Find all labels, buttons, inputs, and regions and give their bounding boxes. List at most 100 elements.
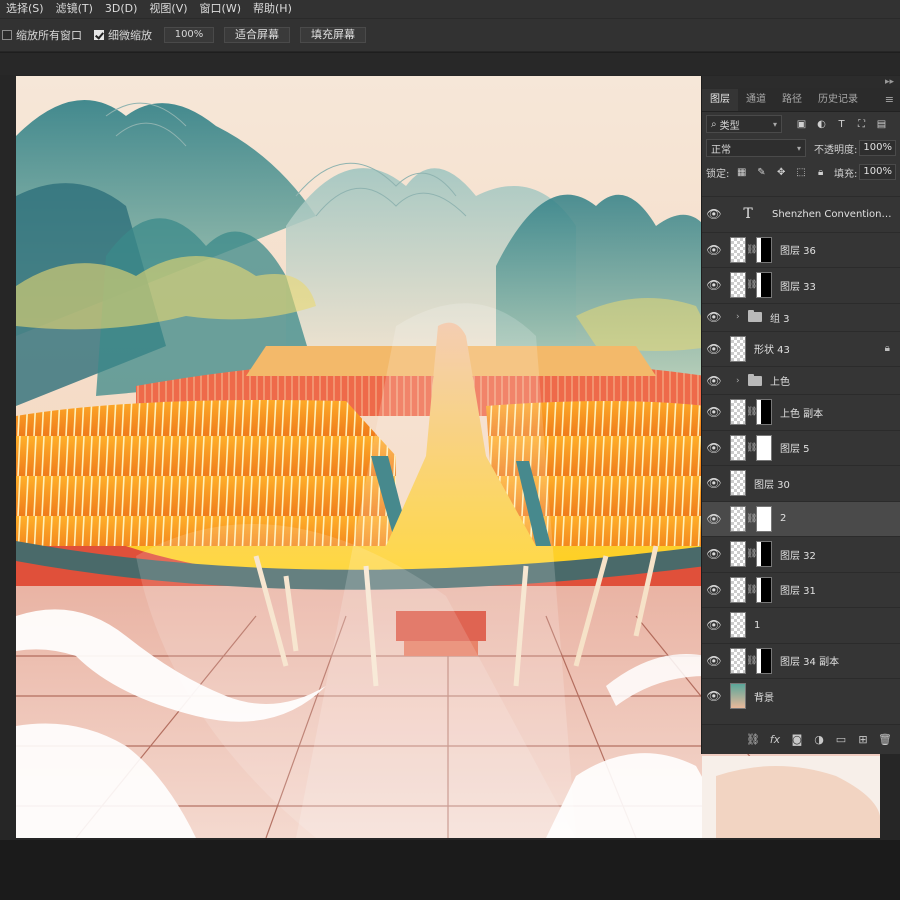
layer-thumbnail xyxy=(730,683,746,710)
layer-thumbnail xyxy=(730,236,746,263)
layer-thumbnail xyxy=(730,541,746,568)
layer-name: 图层 31 xyxy=(780,586,816,598)
panel-menu-icon[interactable]: ≡ xyxy=(885,89,894,111)
chevron-right-icon[interactable]: › xyxy=(736,376,744,386)
folder-icon xyxy=(748,310,762,322)
layer-mask-thumbnail xyxy=(756,399,772,426)
fill-screen-button[interactable]: 填充屏幕 xyxy=(300,27,366,43)
link-icon: ⛓ xyxy=(746,513,758,524)
type-filter-icon[interactable]: T xyxy=(834,117,849,132)
new-group-icon[interactable]: ▭ xyxy=(830,733,852,746)
layer-group-row[interactable]: 👁︎ › 组 3 xyxy=(702,302,900,331)
visibility-eye-icon[interactable]: 👁︎ xyxy=(702,583,726,597)
lock-all-icon[interactable]: 🔒︎ xyxy=(813,165,828,180)
visibility-eye-icon[interactable]: 👁︎ xyxy=(702,207,726,221)
layer-row[interactable]: 👁︎ 1 xyxy=(702,607,900,643)
layer-row[interactable]: 👁︎ ⛓ 上色 副本 xyxy=(702,394,900,430)
layer-thumbnail xyxy=(730,647,746,674)
tab-channels[interactable]: 通道 xyxy=(738,89,774,111)
visibility-eye-icon[interactable]: 👁︎ xyxy=(702,618,726,632)
layer-row[interactable]: 👁︎ ⛓ 图层 5 xyxy=(702,429,900,466)
layer-name: 形状 43 xyxy=(754,345,790,357)
menu-3d[interactable]: 3D(D) xyxy=(99,0,144,18)
layer-row[interactable]: 👁︎ T Shenzhen Convention and... xyxy=(702,196,900,232)
layer-style-fx-icon[interactable]: fx xyxy=(764,733,786,746)
lock-image-pixels-icon[interactable]: ✎ xyxy=(754,165,769,180)
shape-filter-icon[interactable]: ⛶ xyxy=(854,117,869,132)
layer-filter-row: ⌕ 类型 ▾ ▣ ◐ T ⛶ ▤ xyxy=(702,112,900,136)
adjustment-filter-icon[interactable]: ◐ xyxy=(814,117,829,132)
layer-mask-thumbnail xyxy=(756,272,772,299)
visibility-eye-icon[interactable]: 👁︎ xyxy=(702,689,726,703)
smart-object-filter-icon[interactable]: ▤ xyxy=(874,117,889,132)
menu-view[interactable]: 视图(V) xyxy=(143,0,193,18)
visibility-eye-icon[interactable]: 👁︎ xyxy=(702,441,726,455)
lock-position-icon[interactable]: ✥ xyxy=(774,165,789,180)
zoom-level-field[interactable]: 100% xyxy=(164,27,214,43)
visibility-eye-icon[interactable]: 👁︎ xyxy=(702,278,726,292)
menu-help[interactable]: 帮助(H) xyxy=(247,0,298,18)
tab-history[interactable]: 历史记录 xyxy=(810,89,866,111)
blend-mode-value: 正常 xyxy=(711,144,731,156)
layer-thumbnail xyxy=(730,272,746,299)
delete-layer-icon[interactable]: 🗑︎ xyxy=(874,733,896,746)
tab-layers[interactable]: 图层 xyxy=(702,89,738,111)
scrubby-zoom-checkbox[interactable] xyxy=(94,30,104,40)
panel-tabs: 图层 通道 路径 历史记录 ≡ xyxy=(702,88,900,112)
fill-field[interactable]: 100% xyxy=(859,164,897,180)
layer-row[interactable]: 👁︎ 背景 xyxy=(702,678,900,714)
pixel-filter-icon[interactable]: ▣ xyxy=(794,117,809,132)
visibility-eye-icon[interactable]: 👁︎ xyxy=(702,512,726,526)
lock-artboard-icon[interactable]: ⬚ xyxy=(794,165,809,180)
lock-row: 锁定: ▦ ✎ ✥ ⬚ 🔒︎ 填充: 100% xyxy=(702,160,900,184)
layer-row[interactable]: 👁︎ ⛓ 图层 32 xyxy=(702,536,900,572)
fit-screen-button[interactable]: 适合屏幕 xyxy=(224,27,290,43)
lock-transparency-icon[interactable]: ▦ xyxy=(734,165,749,180)
add-mask-icon[interactable]: ◙ xyxy=(786,733,808,746)
layer-row[interactable]: 👁︎ 图层 30 xyxy=(702,465,900,501)
link-icon: ⛓ xyxy=(746,655,758,666)
visibility-eye-icon[interactable]: 👁︎ xyxy=(702,476,726,490)
document-tab-strip xyxy=(0,53,900,75)
layer-row[interactable]: 👁︎ ⛓ 图层 34 副本 xyxy=(702,642,900,679)
visibility-eye-icon[interactable]: 👁︎ xyxy=(702,374,726,388)
visibility-eye-icon[interactable]: 👁︎ xyxy=(702,547,726,561)
link-icon: ⛓ xyxy=(746,584,758,595)
layer-group-row[interactable]: 👁︎ › 上色 xyxy=(702,366,900,394)
blend-mode-select[interactable]: 正常 ▾ xyxy=(706,139,806,157)
layer-name: 图层 34 副本 xyxy=(780,657,840,669)
tab-paths[interactable]: 路径 xyxy=(774,89,810,111)
layer-name: 组 3 xyxy=(770,313,790,325)
visibility-eye-icon[interactable]: 👁︎ xyxy=(702,405,726,419)
chevron-right-icon[interactable]: › xyxy=(736,312,744,322)
new-layer-icon[interactable]: ⊞ xyxy=(852,733,874,746)
collapse-arrows-icon[interactable]: ▸▸ xyxy=(885,77,894,87)
adjustment-layer-icon[interactable]: ◑ xyxy=(808,733,830,746)
layer-row[interactable]: 👁︎ ⛓ 图层 36 xyxy=(702,231,900,268)
panel-collapse-grip[interactable]: ▸▸ xyxy=(702,76,900,88)
scrubby-zoom-label: 细微缩放 xyxy=(108,29,152,42)
link-icon: ⛓ xyxy=(746,442,758,453)
menu-filter[interactable]: 滤镜(T) xyxy=(50,0,99,18)
visibility-eye-icon[interactable]: 👁︎ xyxy=(702,342,726,356)
layer-row-selected[interactable]: 👁︎ ⛓ 2 xyxy=(702,500,900,536)
menu-select[interactable]: 选择(S) xyxy=(0,0,50,18)
blend-row: 正常 ▾ 不透明度: 100% xyxy=(702,136,900,160)
layer-row[interactable]: 👁︎ 形状 43 🔒︎ xyxy=(702,330,900,367)
folder-icon xyxy=(748,373,762,386)
layers-panel-footer: ⛓ fx ◙ ◑ ▭ ⊞ 🗑︎ xyxy=(702,724,900,754)
scrubby-zoom-option[interactable]: 细微缩放 xyxy=(94,27,152,43)
filter-kind-select[interactable]: ⌕ 类型 ▾ xyxy=(706,115,782,133)
resize-windows-option[interactable]: 缩放所有窗口 xyxy=(2,27,82,43)
visibility-eye-icon[interactable]: 👁︎ xyxy=(702,310,726,324)
visibility-eye-icon[interactable]: 👁︎ xyxy=(702,243,726,257)
visibility-eye-icon[interactable]: 👁︎ xyxy=(702,654,726,668)
filter-kind-value: 类型 xyxy=(719,120,740,132)
layer-row[interactable]: 👁︎ ⛓ 图层 31 xyxy=(702,571,900,608)
layer-thumbnail xyxy=(730,612,746,639)
menu-window[interactable]: 窗口(W) xyxy=(194,0,247,18)
link-layers-icon[interactable]: ⛓ xyxy=(742,733,764,746)
opacity-field[interactable]: 100% xyxy=(859,140,896,156)
layer-row[interactable]: 👁︎ ⛓ 图层 33 xyxy=(702,267,900,303)
resize-windows-checkbox[interactable] xyxy=(2,30,12,40)
